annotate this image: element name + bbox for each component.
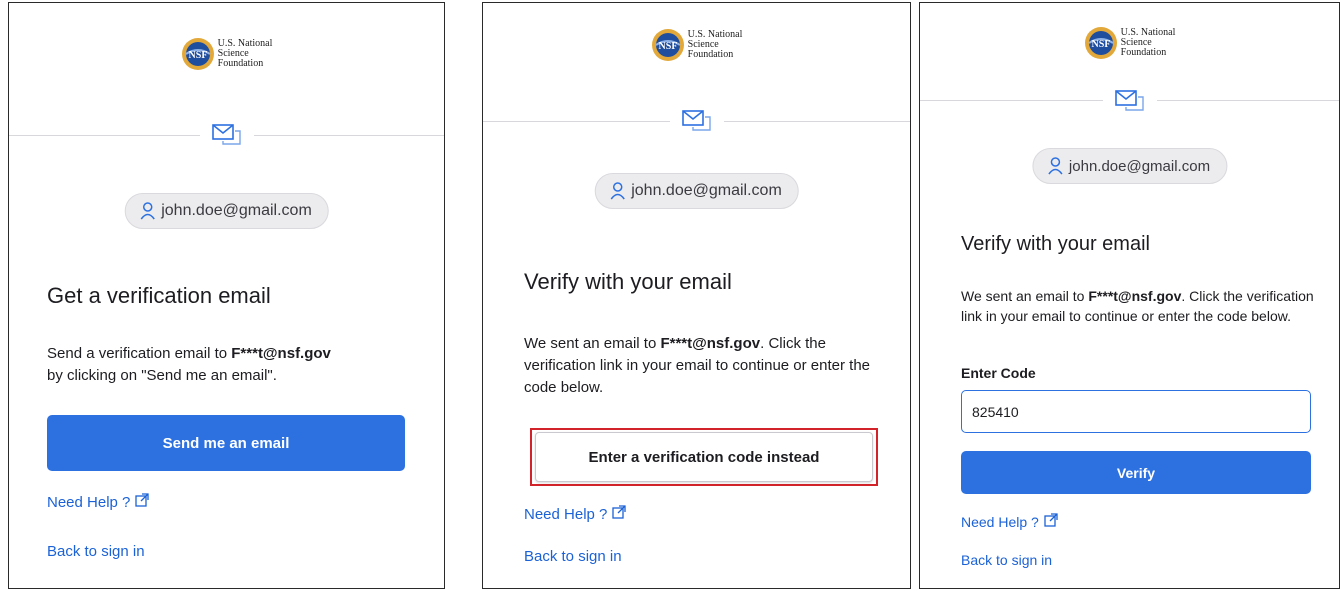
enter-code-instead-button[interactable]: Enter a verification code instead bbox=[535, 432, 873, 482]
page-title: Verify with your email bbox=[961, 233, 1150, 255]
panel-verify-email: NSF U.S. National Science Foundation joh… bbox=[482, 2, 911, 589]
nsf-seal-icon: NSF bbox=[181, 37, 215, 71]
code-field-label: Enter Code bbox=[961, 365, 1036, 381]
need-help-link[interactable]: Need Help ? bbox=[47, 493, 150, 511]
nsf-seal-icon: NSF bbox=[651, 28, 685, 62]
masked-email: F***t@nsf.gov bbox=[660, 335, 761, 352]
masked-email: F***t@nsf.gov bbox=[1088, 288, 1182, 304]
verification-code-input[interactable] bbox=[961, 390, 1311, 433]
logo-line3: Foundation bbox=[1120, 47, 1167, 58]
mail-icon bbox=[669, 109, 724, 133]
user-email: john.doe@gmail.com bbox=[631, 182, 782, 199]
need-help-link[interactable]: Need Help ? bbox=[961, 513, 1058, 530]
masked-email: F***t@nsf.gov bbox=[231, 345, 331, 362]
back-to-sign-in-link[interactable]: Back to sign in bbox=[47, 543, 145, 560]
user-icon bbox=[1047, 157, 1063, 175]
page-title: Get a verification email bbox=[47, 283, 271, 308]
nsf-seal-icon: NSF bbox=[1084, 26, 1118, 60]
external-link-icon bbox=[1044, 513, 1058, 530]
seal-text: NSF bbox=[658, 41, 677, 52]
external-link-icon bbox=[612, 505, 627, 523]
logo-line3: Foundation bbox=[217, 58, 264, 69]
nsf-logo: NSF U.S. National Science Foundation bbox=[483, 28, 910, 62]
need-help-link[interactable]: Need Help ? bbox=[524, 505, 627, 523]
user-identifier-chip: john.doe@gmail.com bbox=[594, 173, 799, 209]
user-email: john.doe@gmail.com bbox=[1068, 157, 1211, 175]
instructions-text: Send a verification email to F***t@nsf.g… bbox=[47, 345, 331, 384]
external-link-icon bbox=[135, 493, 150, 511]
seal-text: NSF bbox=[1091, 39, 1110, 50]
user-email: john.doe@gmail.com bbox=[161, 202, 312, 219]
mail-icon bbox=[1102, 89, 1157, 113]
back-to-sign-in-link[interactable]: Back to sign in bbox=[524, 548, 622, 565]
user-icon bbox=[609, 182, 625, 200]
panel-get-verification-email: NSF U.S. National Science Foundation joh… bbox=[8, 2, 445, 589]
back-to-sign-in-link[interactable]: Back to sign in bbox=[961, 552, 1052, 568]
instructions-text: We sent an email to F***t@nsf.gov. Click… bbox=[961, 288, 1314, 324]
user-identifier-chip: john.doe@gmail.com bbox=[1031, 148, 1228, 184]
nsf-logo: NSF U.S. National Science Foundation bbox=[920, 26, 1339, 60]
nsf-logo: NSF U.S. National Science Foundation bbox=[9, 37, 444, 71]
verify-button[interactable]: Verify bbox=[961, 451, 1311, 494]
send-email-button[interactable]: Send me an email bbox=[47, 415, 405, 471]
logo-line3: Foundation bbox=[687, 49, 734, 60]
panel-enter-code: NSF U.S. National Science Foundation joh… bbox=[919, 2, 1340, 589]
seal-text: NSF bbox=[188, 50, 207, 61]
user-identifier-chip: john.doe@gmail.com bbox=[124, 193, 329, 229]
user-icon bbox=[139, 202, 155, 220]
mail-icon bbox=[199, 123, 254, 147]
page-title: Verify with your email bbox=[524, 269, 732, 294]
instructions-text: We sent an email to F***t@nsf.gov. Click… bbox=[524, 335, 871, 396]
